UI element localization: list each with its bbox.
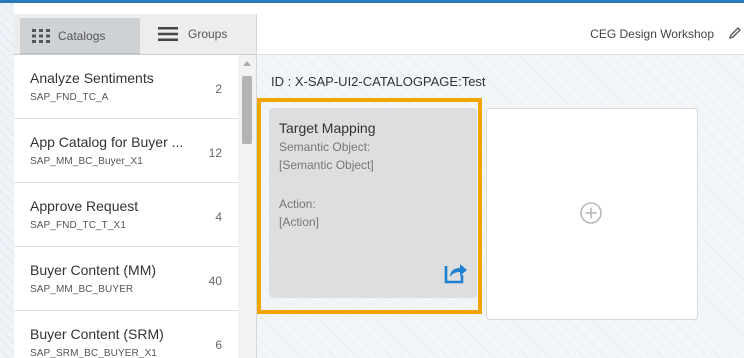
list-item[interactable]: Buyer Content (MM) SAP_MM_BC_BUYER 40 — [14, 247, 238, 311]
item-title: App Catalog for Buyer ... — [30, 134, 184, 150]
item-title: Approve Request — [30, 198, 139, 214]
list-item[interactable]: Buyer Content (SRM) SAP_SRM_BC_BUYER_X1 … — [14, 311, 238, 358]
list-item[interactable]: App Catalog for Buyer ... SAP_MM_BC_Buye… — [14, 119, 238, 183]
share-icon — [444, 260, 468, 289]
sidebar: Catalogs Groups Analyze Sentiments SAP_F… — [14, 14, 257, 358]
tab-groups[interactable]: Groups — [152, 14, 258, 54]
tab-catalogs-label: Catalogs — [58, 28, 106, 43]
item-count: 6 — [215, 338, 222, 352]
semantic-object-label: Semantic Object: — [279, 140, 371, 154]
item-count: 40 — [208, 274, 222, 288]
item-count: 2 — [215, 82, 222, 96]
action-value: [Action] — [279, 215, 320, 229]
tile-title: Target Mapping — [279, 120, 376, 136]
tab-groups-label: Groups — [188, 27, 228, 41]
header-bar: CEG Design Workshop — [257, 14, 744, 55]
action-label: Action: — [279, 197, 316, 211]
item-title: Buyer Content (MM) — [30, 262, 157, 278]
item-id: SAP_FND_TC_A — [30, 92, 109, 103]
item-title: Buyer Content (SRM) — [30, 326, 164, 342]
semantic-object-value: [Semantic Object] — [279, 158, 374, 172]
pencil-icon[interactable] — [728, 26, 742, 45]
list-scrollbar[interactable] — [238, 55, 256, 358]
add-icon — [577, 199, 605, 232]
list-item[interactable]: Analyze Sentiments SAP_FND_TC_A 2 — [14, 55, 238, 119]
item-count: 12 — [208, 146, 222, 160]
main-content: CEG Design Workshop ID : X-SAP-UI2-CATAL… — [257, 14, 744, 358]
list-item[interactable]: Approve Request SAP_FND_TC_T_X1 4 — [14, 183, 238, 247]
item-count: 4 — [215, 210, 222, 224]
scroll-up-icon[interactable] — [243, 61, 251, 66]
scrollbar-thumb[interactable] — [242, 76, 252, 144]
item-id: SAP_SRM_BC_BUYER_X1 — [30, 348, 157, 358]
shell-top-border — [0, 0, 744, 3]
tab-catalogs[interactable]: Catalogs — [20, 18, 140, 54]
add-tile-button[interactable] — [486, 108, 698, 320]
item-id: SAP_FND_TC_T_X1 — [30, 220, 126, 231]
item-title: Analyze Sentiments — [30, 70, 154, 86]
item-id: SAP_MM_BC_Buyer_X1 — [30, 156, 143, 167]
menu-icon — [158, 27, 178, 41]
catalog-page-id: ID : X-SAP-UI2-CATALOGPAGE:Test — [271, 74, 486, 89]
page-title: CEG Design Workshop — [590, 27, 714, 41]
item-id: SAP_MM_BC_BUYER — [30, 284, 134, 295]
target-mapping-tile[interactable]: Target Mapping Semantic Object: [Semanti… — [269, 108, 477, 298]
sidebar-tabs: Catalogs Groups — [14, 14, 256, 55]
grid-icon — [32, 28, 50, 43]
background-pattern — [0, 0, 14, 358]
catalog-list: Analyze Sentiments SAP_FND_TC_A 2 App Ca… — [14, 55, 238, 358]
